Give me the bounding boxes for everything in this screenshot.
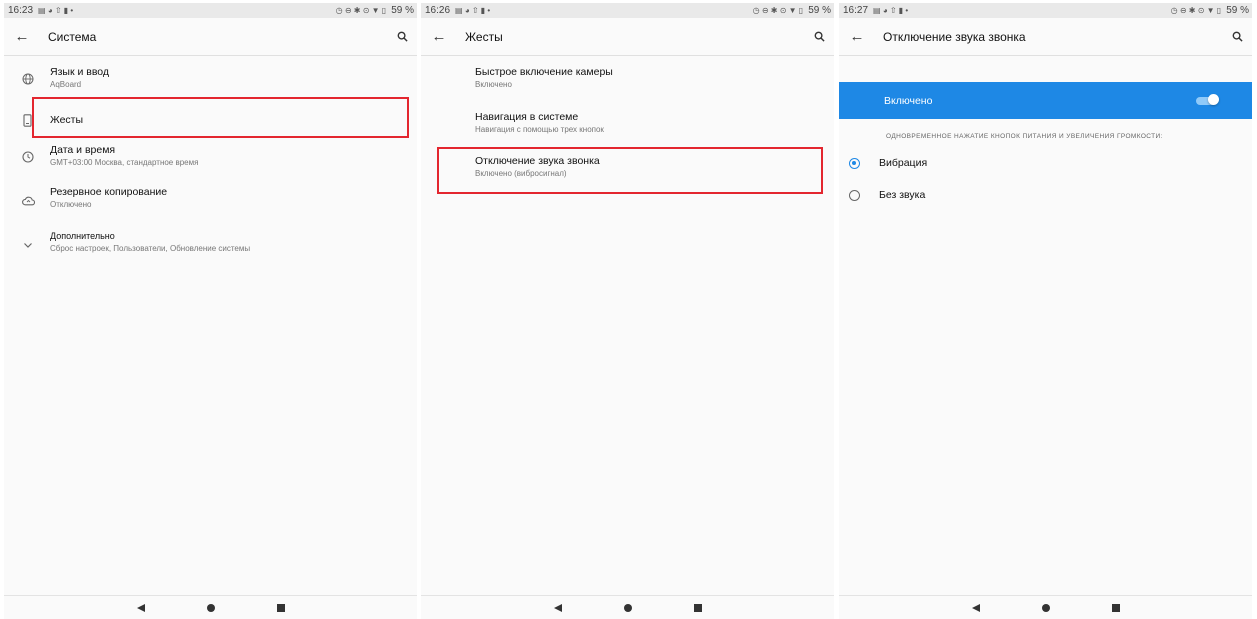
nav-back-icon[interactable]: [553, 603, 562, 612]
app-bar: ← Система: [4, 18, 417, 56]
nav-home-icon[interactable]: [206, 603, 215, 612]
list-item-language[interactable]: Язык и ввод AqBoard: [4, 66, 417, 102]
navigation-bar: [839, 595, 1252, 619]
status-time: 16:26: [425, 5, 451, 16]
screen-system: 16:23 ▤ ◕ ⇧ ▮ • ◷ ⊖ ✱ ⊙ ▼ ▯ 59 % ← Систе…: [4, 3, 417, 619]
page-title: Жесты: [465, 29, 503, 44]
search-icon[interactable]: [1224, 31, 1250, 42]
item-subtitle: AqBoard: [50, 80, 82, 89]
page-title: Отключение звука звонка: [883, 29, 1026, 44]
status-time: 16:23: [8, 5, 34, 16]
radio-button-selected[interactable]: [849, 157, 860, 169]
nav-back-icon[interactable]: [136, 603, 145, 612]
app-bar: ← Жесты: [421, 18, 834, 56]
clock-icon: [14, 147, 42, 167]
item-title: Резервное копирование: [50, 186, 168, 198]
section-caption: ОДНОВРЕМЕННОЕ НАЖАТИЕ КНОПОК ПИТАНИЯ И У…: [886, 133, 1163, 140]
item-subtitle: Навигация с помощью трех кнопок: [475, 125, 604, 134]
item-subtitle: GMT+03:00 Москва, стандартное время: [50, 158, 199, 167]
system-status-icons: ◷ ⊖ ✱ ⊙ ▼ ▯: [1170, 6, 1222, 15]
status-bar: 16:27 ▤ ◕ ⇧ ▮ • ◷ ⊖ ✱ ⊙ ▼ ▯ 59 %: [839, 3, 1252, 18]
list-item-system-navigation[interactable]: Навигация в системе Навигация с помощью …: [421, 111, 834, 155]
nav-recents-icon[interactable]: [1111, 603, 1120, 612]
item-title: Язык и ввод: [50, 66, 110, 78]
option-silent[interactable]: Без звука: [839, 189, 925, 201]
phone-gesture-icon: [14, 110, 42, 130]
main-switch[interactable]: [1196, 94, 1219, 105]
item-title: Быстрое включение камеры: [475, 66, 613, 78]
nav-back-icon[interactable]: [971, 603, 980, 612]
screen-gestures: 16:26 ▤ ◕ ⇧ ▮ • ◷ ⊖ ✱ ⊙ ▼ ▯ 59 % ← Жесты…: [421, 3, 834, 619]
search-icon[interactable]: [806, 31, 832, 42]
battery-percent: 59 %: [391, 5, 414, 16]
globe-icon: [14, 69, 42, 89]
item-title: Отключение звука звонка: [475, 155, 600, 167]
list-item-backup[interactable]: Резервное копирование Отключено: [4, 186, 417, 230]
item-title: Дата и время: [50, 144, 116, 156]
nav-recents-icon[interactable]: [276, 603, 285, 612]
settings-list: Язык и ввод AqBoard Жесты Дата и время G…: [4, 66, 417, 266]
page-title: Система: [48, 29, 97, 44]
item-title: Навигация в системе: [475, 111, 579, 123]
item-subtitle: Сброс настроек, Пользователи, Обновление…: [50, 244, 251, 253]
system-status-icons: ◷ ⊖ ✱ ⊙ ▼ ▯: [752, 6, 804, 15]
back-arrow-icon[interactable]: ←: [4, 28, 38, 45]
back-arrow-icon[interactable]: ←: [421, 28, 455, 45]
item-subtitle: Отключено: [50, 200, 92, 209]
status-bar: 16:26 ▤ ◕ ⇧ ▮ • ◷ ⊖ ✱ ⊙ ▼ ▯ 59 %: [421, 3, 834, 18]
battery-percent: 59 %: [1226, 5, 1249, 16]
navigation-bar: [421, 595, 834, 619]
switch-knob: [1208, 94, 1219, 105]
option-vibration[interactable]: Вибрация: [839, 157, 927, 169]
status-bar: 16:23 ▤ ◕ ⇧ ▮ • ◷ ⊖ ✱ ⊙ ▼ ▯ 59 %: [4, 3, 417, 18]
app-bar: ← Отключение звука звонка: [839, 18, 1252, 56]
option-label: Вибрация: [879, 157, 928, 169]
main-switch-label: Включено: [884, 94, 933, 107]
navigation-bar: [4, 595, 417, 619]
status-time: 16:27: [843, 5, 869, 16]
screen-mute-ring: 16:27 ▤ ◕ ⇧ ▮ • ◷ ⊖ ✱ ⊙ ▼ ▯ 59 % ← Отклю…: [839, 3, 1252, 619]
main-switch-bar[interactable]: Включено: [839, 82, 1252, 119]
cloud-backup-icon: [14, 191, 42, 211]
battery-percent: 59 %: [808, 5, 831, 16]
list-item-mute-ring[interactable]: Отключение звука звонка Включено (виброс…: [421, 155, 834, 199]
option-label: Без звука: [879, 189, 926, 201]
radio-button[interactable]: [849, 189, 860, 201]
list-item-date-time[interactable]: Дата и время GMT+03:00 Москва, стандартн…: [4, 144, 417, 186]
nav-home-icon[interactable]: [623, 603, 632, 612]
settings-list: Быстрое включение камеры Включено Навига…: [421, 66, 834, 199]
back-arrow-icon[interactable]: ←: [839, 28, 873, 45]
notification-icons: ▤ ◕ ⇧ ▮ •: [38, 6, 74, 15]
notification-icons: ▤ ◕ ⇧ ▮ •: [455, 6, 491, 15]
item-subtitle: Включено (вибросигнал): [475, 169, 567, 178]
system-status-icons: ◷ ⊖ ✱ ⊙ ▼ ▯: [335, 6, 387, 15]
notification-icons: ▤ ◕ ⇧ ▮ •: [873, 6, 909, 15]
list-item-advanced[interactable]: Дополнительно Сброс настроек, Пользовате…: [4, 230, 417, 266]
list-item-gestures[interactable]: Жесты: [4, 102, 417, 138]
nav-recents-icon[interactable]: [693, 603, 702, 612]
chevron-down-icon: [14, 235, 42, 255]
item-subtitle: Включено: [475, 80, 512, 89]
list-item-quick-camera[interactable]: Быстрое включение камеры Включено: [421, 66, 834, 111]
nav-home-icon[interactable]: [1041, 603, 1050, 612]
search-icon[interactable]: [389, 31, 415, 42]
item-title: Жесты: [50, 113, 84, 126]
item-title: Дополнительно: [50, 231, 115, 241]
